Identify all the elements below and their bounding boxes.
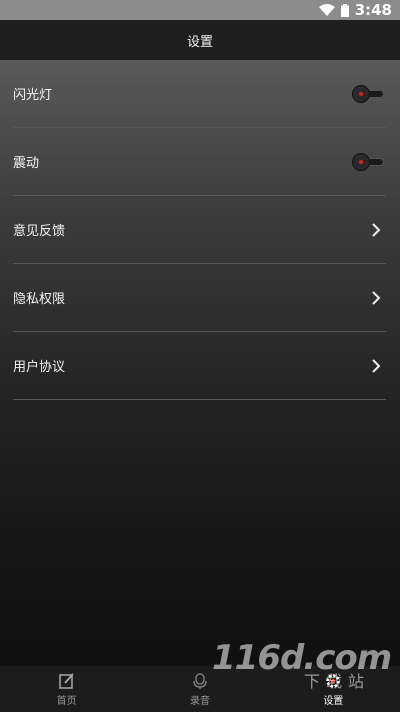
privacy-label: 隐私权限 <box>13 292 66 307</box>
nav-item-record[interactable]: 录音 <box>145 666 255 712</box>
toggle-knob <box>352 152 370 171</box>
page-title: 设置 <box>186 34 213 50</box>
bottom-nav: 首页 录音 设置 <box>0 666 400 712</box>
nav-label-settings: 设置 <box>323 695 344 707</box>
setting-row-vibrate: 震动 <box>13 128 386 196</box>
toggle-indicator-dot <box>359 159 363 164</box>
setting-row-feedback[interactable]: 意见反馈 <box>13 196 386 264</box>
setting-row-agreement[interactable]: 用户协议 <box>13 332 386 400</box>
toggle-indicator-dot <box>359 91 363 96</box>
chevron-right-icon <box>372 222 381 237</box>
gear-icon <box>326 673 341 688</box>
nav-item-settings[interactable]: 设置 <box>278 666 388 712</box>
setting-row-privacy[interactable]: 隐私权限 <box>13 264 386 332</box>
setting-row-flash: 闪光灯 <box>13 60 386 128</box>
status-bar: 3:48 <box>0 0 400 20</box>
nav-item-home[interactable]: 首页 <box>12 666 122 712</box>
wifi-icon <box>318 4 335 16</box>
toggle-knob <box>352 84 370 103</box>
chevron-right-icon <box>372 290 381 305</box>
vibrate-label: 震动 <box>13 156 40 171</box>
settings-list: 闪光灯 震动 意见反馈 隐私权限 用户协议 <box>0 60 400 666</box>
flash-toggle[interactable] <box>352 84 386 103</box>
feedback-label: 意见反馈 <box>13 224 66 239</box>
flash-label: 闪光灯 <box>13 88 53 103</box>
edit-icon <box>58 672 74 689</box>
microphone-icon <box>193 672 207 689</box>
agreement-label: 用户协议 <box>13 360 66 375</box>
chevron-right-icon <box>372 358 381 373</box>
vibrate-toggle[interactable] <box>352 152 386 171</box>
status-time: 3:48 <box>354 1 392 19</box>
nav-label-record: 录音 <box>189 695 210 707</box>
nav-label-home: 首页 <box>56 695 77 707</box>
header: 设置 <box>0 20 400 60</box>
battery-icon <box>340 3 349 17</box>
